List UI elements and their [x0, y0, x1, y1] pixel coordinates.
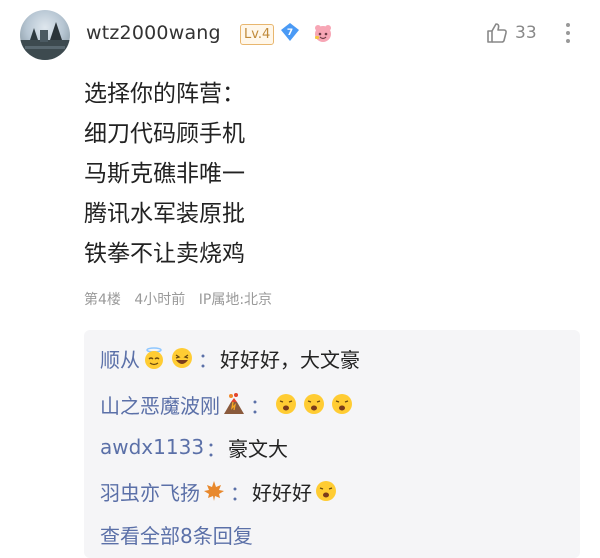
- reply-item[interactable]: awdx1133 ： 豪文大: [100, 431, 288, 463]
- reply-author[interactable]: 顺从: [100, 344, 140, 373]
- avatar[interactable]: [20, 10, 70, 60]
- reply-text: 好好好: [252, 480, 312, 505]
- comment-line: 细刀代码顾手机: [84, 121, 245, 147]
- comment-line: 选择你的阵营：: [84, 81, 245, 107]
- yellow-face-icon: [316, 481, 336, 501]
- vertical-dots-icon: [566, 23, 570, 43]
- comment-meta: 第4楼 4小时前 IP属地:北京: [84, 289, 281, 309]
- username[interactable]: wtz2000wang: [86, 22, 221, 44]
- more-options-button[interactable]: [560, 18, 576, 48]
- comment-line: 腾讯水军装原批: [84, 201, 245, 227]
- thumbs-up-icon: [487, 23, 507, 43]
- post-time: 4小时前: [134, 292, 186, 308]
- floor-number: 第4楼: [84, 292, 121, 308]
- volcano-icon: [224, 393, 244, 414]
- comment-line: 铁拳不让卖烧鸡: [84, 241, 245, 267]
- reply-list: 顺从 ： 好好好，大文豪 山之恶魔波刚 ： awdx1133 ： 豪文大 羽虫亦…: [84, 330, 580, 558]
- comment-body: 选择你的阵营： 细刀代码顾手机 马斯克礁非唯一 腾讯水军装原批 铁拳不让卖烧鸡: [84, 74, 564, 274]
- reply-item[interactable]: 山之恶魔波刚 ：: [100, 388, 356, 420]
- like-count: 33: [515, 23, 537, 43]
- reply-author[interactable]: 羽虫亦飞扬: [100, 477, 200, 506]
- maple-leaf-icon: [204, 481, 224, 501]
- reply-author[interactable]: 山之恶魔波刚: [100, 390, 220, 419]
- reply-text: 好好好，大文豪: [220, 347, 360, 372]
- diamond-badge-icon: 7: [280, 22, 300, 42]
- yellow-face-icon: [276, 394, 296, 414]
- ip-location: IP属地:北京: [198, 292, 273, 308]
- fan-badge-icon: [312, 22, 334, 44]
- reply-item[interactable]: 羽虫亦飞扬 ： 好好好: [100, 475, 340, 507]
- diamond-badge-number: 7: [287, 28, 293, 38]
- comment-header: wtz2000wang Lv.4 7 33: [0, 0, 600, 70]
- level-badge: Lv.4: [240, 24, 275, 45]
- comment-line: 马斯克礁非唯一: [84, 161, 245, 187]
- avatar-image: [20, 22, 70, 60]
- yellow-face-icon: [304, 394, 324, 414]
- reply-item[interactable]: 顺从 ： 好好好，大文豪: [100, 342, 360, 374]
- yellow-face-icon: [332, 394, 352, 414]
- laughing-face-icon: [172, 348, 192, 368]
- reply-text: 豪文大: [228, 436, 289, 461]
- like-button[interactable]: 33: [485, 20, 537, 46]
- view-all-replies-link[interactable]: 查看全部8条回复: [100, 520, 253, 549]
- angel-face-icon: [145, 347, 163, 369]
- reply-author[interactable]: awdx1133: [100, 435, 204, 459]
